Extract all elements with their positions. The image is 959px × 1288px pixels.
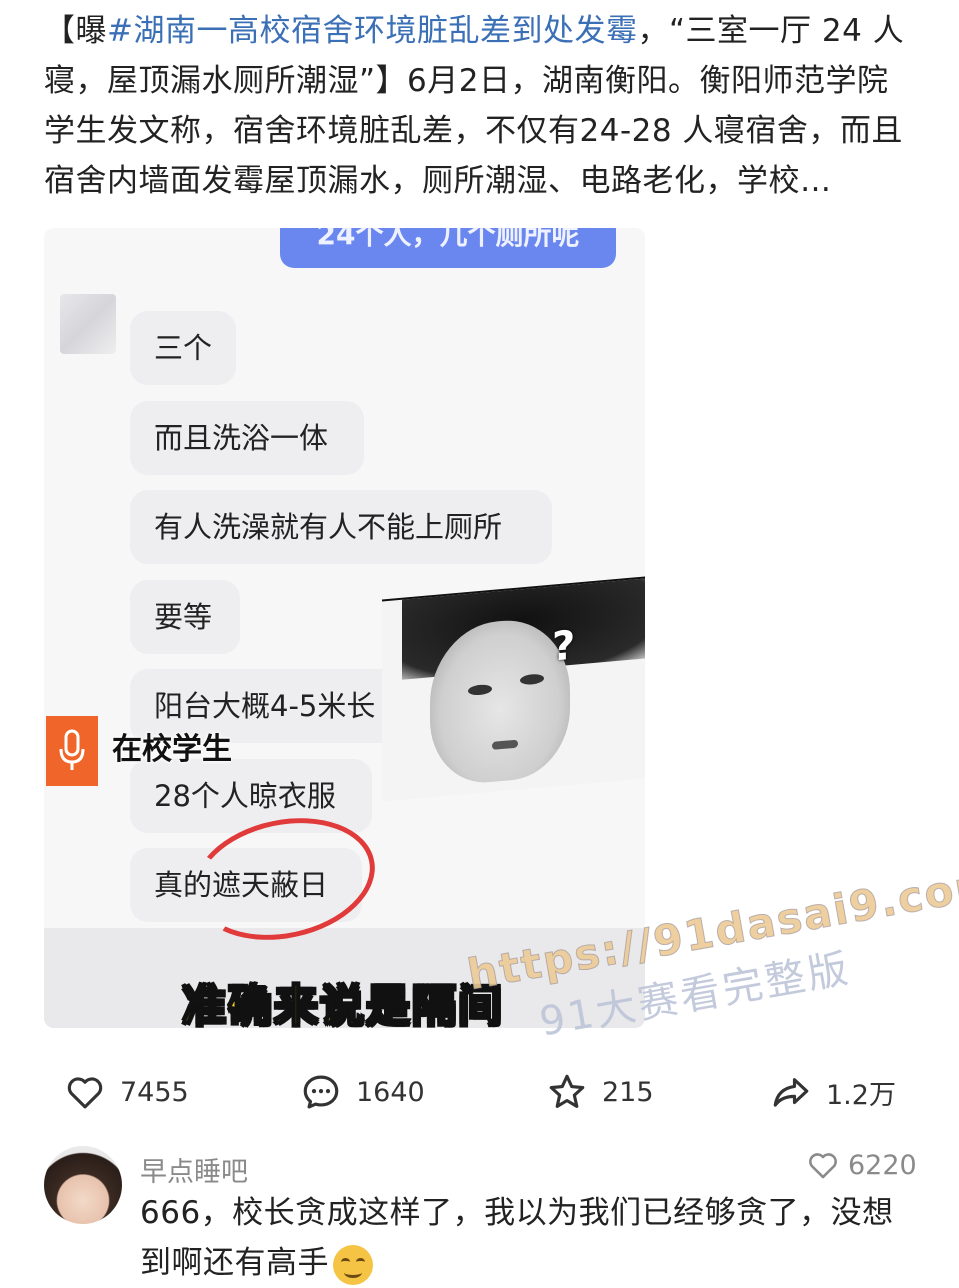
comment-body: 666，校长贪成这样了，我以为我们已经够贪了，没想到啊还有高手 [140, 1195, 894, 1281]
chat-bubble: 三个 [130, 311, 236, 385]
action-bar: 7455 1640 215 1.2万 [0, 1064, 959, 1120]
hashtag-link[interactable]: #湖南一高校宿舍环境脏乱差到处发霉 [107, 13, 637, 49]
share-button[interactable]: 1.2万 [770, 1064, 896, 1120]
meme-face-sticker: ? [382, 576, 645, 802]
comment-text: 666，校长贪成这样了，我以为我们已经够贪了，没想到啊还有高手 [140, 1188, 920, 1288]
share-count: 1.2万 [826, 1079, 896, 1111]
avatar[interactable] [44, 1146, 122, 1224]
speaker-label: 在校学生 [112, 732, 232, 767]
like-count: 7455 [120, 1076, 189, 1108]
blurred-avatar [60, 294, 116, 354]
top-comment: 早点睡吧 6220 666，校长贪成这样了，我以为我们已经够贪了，没想到啊还有高… [0, 1140, 959, 1285]
comment-icon [303, 1075, 339, 1109]
video-subtitle: 准确来说是隔间 [181, 980, 504, 1028]
chat-bubble: 而且洗浴一体 [130, 401, 364, 475]
video-thumbnail[interactable]: 24个人，几个厕所呢 三个 而且洗浴一体 有人洗澡就有人不能上厕所 要等 阳台大… [44, 228, 645, 1028]
share-arrow-icon [773, 1078, 809, 1107]
star-icon [549, 1074, 585, 1108]
chat-bubble: 有人洗澡就有人不能上厕所 [130, 490, 552, 564]
heart-icon [809, 1153, 837, 1179]
sent-message-bubble: 24个人，几个厕所呢 [280, 228, 616, 268]
question-mark: ? [552, 622, 576, 671]
comment-like-button[interactable]: 6220 [806, 1148, 917, 1182]
chat-bubble: 要等 [130, 580, 240, 654]
microphone-icon [46, 716, 98, 786]
like-button[interactable]: 7455 [64, 1064, 189, 1120]
heart-icon [67, 1077, 103, 1109]
favorite-button[interactable]: 215 [546, 1064, 654, 1120]
chat-bubble: 28个人晾衣服 [130, 759, 372, 833]
comment-username[interactable]: 早点睡吧 [140, 1150, 248, 1189]
favorite-count: 215 [602, 1076, 654, 1108]
comment-count: 1640 [356, 1076, 425, 1108]
post-text: 【曝#湖南一高校宿舍环境脏乱差到处发霉，“三室一厅 24 人寝，屋顶漏水厕所潮湿… [44, 6, 914, 206]
post-prefix: 【曝 [44, 13, 107, 49]
comment-button[interactable]: 1640 [300, 1064, 425, 1120]
comment-like-count: 6220 [848, 1149, 917, 1181]
smile-emoji-icon [333, 1244, 373, 1285]
